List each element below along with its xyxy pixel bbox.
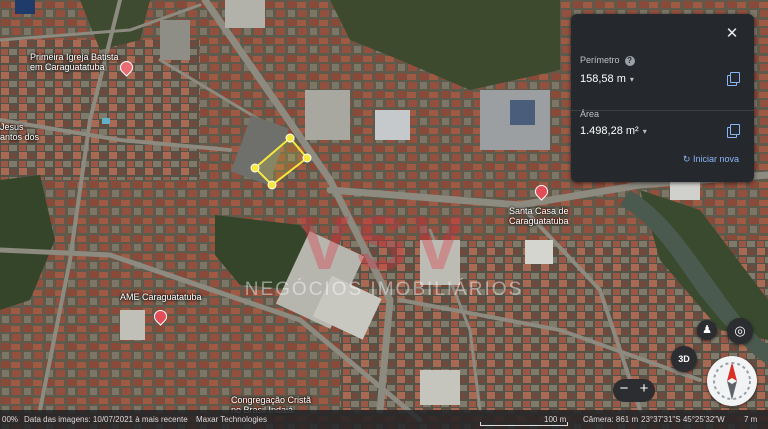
zoom-in-button[interactable]: + bbox=[634, 380, 654, 397]
place-label-primeira-igreja[interactable]: Primeira Igreja Batista em Caraguatatuba bbox=[30, 52, 119, 72]
chevron-down-icon: ▾ bbox=[642, 127, 647, 136]
my-location-icon[interactable]: ◎ bbox=[727, 318, 753, 344]
zoom-out-button[interactable]: − bbox=[614, 380, 634, 397]
area-value-text: 1.498,28 m² bbox=[580, 125, 639, 137]
copy-icon[interactable] bbox=[727, 124, 740, 138]
scale-label: 100 m bbox=[544, 415, 567, 424]
pegman-icon[interactable]: ♟ bbox=[697, 320, 717, 340]
camera-altitude: Câmera: 861 m bbox=[583, 415, 639, 424]
restart-measure-button[interactable]: ↻ Iniciar nova bbox=[683, 154, 739, 165]
chevron-down-icon: ▾ bbox=[629, 75, 634, 84]
compass-icon[interactable] bbox=[707, 356, 757, 406]
watermark-logo: VSV bbox=[298, 201, 470, 286]
perimeter-label: Perímetro? bbox=[580, 55, 635, 66]
zoom-control: − + bbox=[613, 379, 655, 402]
imagery-date[interactable]: Data das imagens: 10/07/2021 à mais rece… bbox=[24, 415, 188, 424]
zoom-percent: 00% bbox=[2, 415, 19, 424]
place-label-jesus[interactable]: Jesus antos dos bbox=[0, 122, 39, 142]
area-value[interactable]: 1.498,28 m² ▾ bbox=[580, 125, 647, 137]
place-label-ame[interactable]: AME Caraguatatuba bbox=[120, 292, 202, 302]
status-bar: 00% Data das imagens: 10/07/2021 à mais … bbox=[0, 410, 768, 429]
perimeter-value[interactable]: 158,58 m ▾ bbox=[580, 73, 634, 85]
watermark-text: NEGÓCIOS IMOBILIÁRIOS bbox=[244, 279, 524, 300]
refresh-icon: ↻ bbox=[682, 154, 693, 164]
place-label-santa-casa[interactable]: Santa Casa de Caraguatatuba bbox=[509, 206, 569, 226]
3d-button[interactable]: 3D bbox=[671, 346, 697, 372]
restart-measure-label: Iniciar nova bbox=[692, 154, 739, 164]
copy-icon[interactable] bbox=[727, 72, 740, 86]
perimeter-label-text: Perímetro bbox=[580, 55, 620, 65]
elevation: 7 m bbox=[744, 415, 758, 424]
imagery-provider: Maxar Technologies bbox=[196, 415, 268, 424]
info-icon[interactable]: ? bbox=[624, 55, 635, 66]
coordinates: 23°37'31"S 45°25'32"W bbox=[641, 415, 725, 424]
area-label: Área bbox=[580, 109, 600, 119]
close-icon[interactable]: ✕ bbox=[724, 26, 740, 42]
perimeter-value-text: 158,58 m bbox=[580, 73, 626, 85]
measure-panel: ✕ Perímetro? 158,58 m ▾ Área 1.498,28 m² ▾… bbox=[571, 14, 754, 182]
